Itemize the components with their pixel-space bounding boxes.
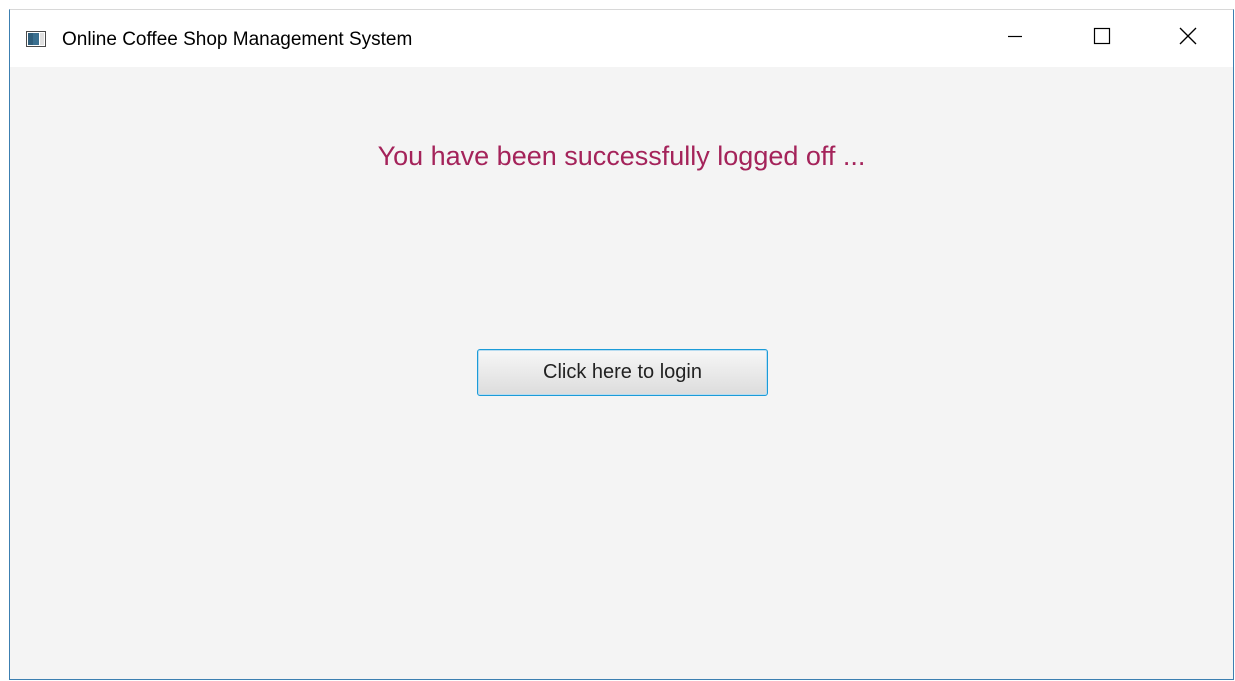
login-button[interactable]: Click here to login — [477, 349, 768, 396]
minimize-icon — [1007, 28, 1023, 49]
maximize-icon — [1093, 27, 1111, 50]
close-button[interactable] — [1165, 10, 1211, 67]
java-app-icon — [26, 31, 46, 47]
maximize-button[interactable] — [1079, 10, 1125, 67]
close-icon — [1179, 27, 1197, 50]
window-title: Online Coffee Shop Management System — [62, 29, 413, 50]
minimize-button[interactable] — [992, 10, 1038, 67]
logoff-message: You have been successfully logged off ..… — [377, 141, 866, 171]
title-bar[interactable]: Online Coffee Shop Management System — [10, 10, 1233, 67]
app-window: Online Coffee Shop Management System You… — [9, 9, 1234, 680]
main-content: You have been successfully logged off ..… — [10, 67, 1233, 679]
